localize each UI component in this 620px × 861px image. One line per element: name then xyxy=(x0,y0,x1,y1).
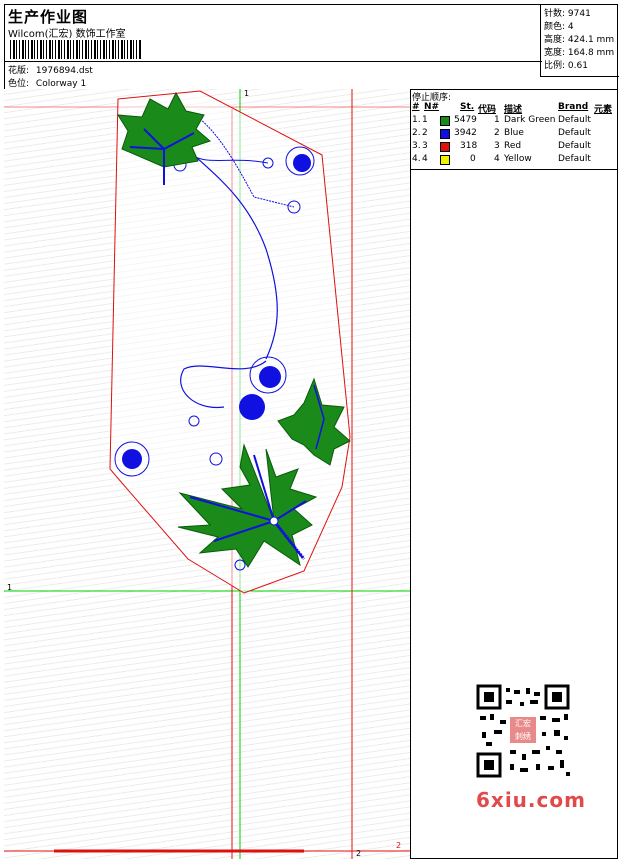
qr-code: 汇宏 刺绣 xyxy=(470,680,576,782)
col-brand: Brand xyxy=(558,102,589,112)
design-row: 花版: 1976894.dst xyxy=(8,63,93,76)
flower-middle-low xyxy=(239,394,265,420)
colorway-value: Colorway 1 xyxy=(35,79,87,89)
swatch-red xyxy=(440,142,450,152)
col-code: 代码 xyxy=(478,105,497,115)
header: 生产作业图 Wilcom(汇宏) 数饰工作室 花版: 1976894.dst 色… xyxy=(4,4,619,90)
legend-row: 2. 2 3942 2 Blue Default xyxy=(412,128,591,139)
seal-stamp: 汇宏 刺绣 xyxy=(510,717,536,743)
col-index: # xyxy=(412,102,420,112)
swatch-dark-green xyxy=(440,116,450,126)
marker-top: 1 xyxy=(244,89,250,98)
marker-left: 1 xyxy=(7,583,13,592)
marker-bottom: 2 xyxy=(356,849,362,858)
col-element: 元素 xyxy=(594,105,613,115)
marker-corner: 2 xyxy=(396,841,402,850)
col-stitches: St. xyxy=(460,102,475,112)
stat-colors: 颜色: 4 xyxy=(544,22,574,32)
stats-panel: 针数: 9741 颜色: 4 高度: 424.1 mm 宽度: 164.8 mm… xyxy=(540,4,619,77)
stat-stitches: 针数: 9741 xyxy=(544,9,591,19)
divider xyxy=(4,61,542,62)
col-desc: 描述 xyxy=(504,105,523,115)
legend-row: 3. 3 318 3 Red Default xyxy=(412,141,591,152)
design-canvas: 1 1 2 2 xyxy=(4,89,411,859)
embroidery-preview xyxy=(4,89,410,859)
barcode xyxy=(10,40,142,59)
color-legend: 停止顺序: # N# St. 代码 描述 Brand 元素 1. 1 5479 1 … xyxy=(410,89,618,170)
stat-width: 宽度: 164.8 mm xyxy=(544,48,615,58)
legend-row: 1. 1 5479 1 Dark Green Default xyxy=(412,115,591,126)
colorway-label: 色位: xyxy=(8,79,30,89)
col-needle: N# xyxy=(424,102,440,112)
swatch-blue xyxy=(440,129,450,139)
stat-height: 高度: 424.1 mm xyxy=(544,35,615,45)
swatch-yellow xyxy=(440,155,450,165)
colorway-row: 色位: Colorway 1 xyxy=(8,76,86,89)
stat-scale: 比例: 0.61 xyxy=(544,61,588,71)
design-value: 1976894.dst xyxy=(35,66,93,76)
site-watermark: 6xiu.com xyxy=(476,788,586,812)
studio-name: Wilcom(汇宏) 数饰工作室 xyxy=(8,29,126,40)
design-label: 花版: xyxy=(8,66,30,76)
page-title: 生产作业图 xyxy=(8,8,89,26)
legend-row: 4. 4 04 Yellow Default xyxy=(412,154,591,165)
